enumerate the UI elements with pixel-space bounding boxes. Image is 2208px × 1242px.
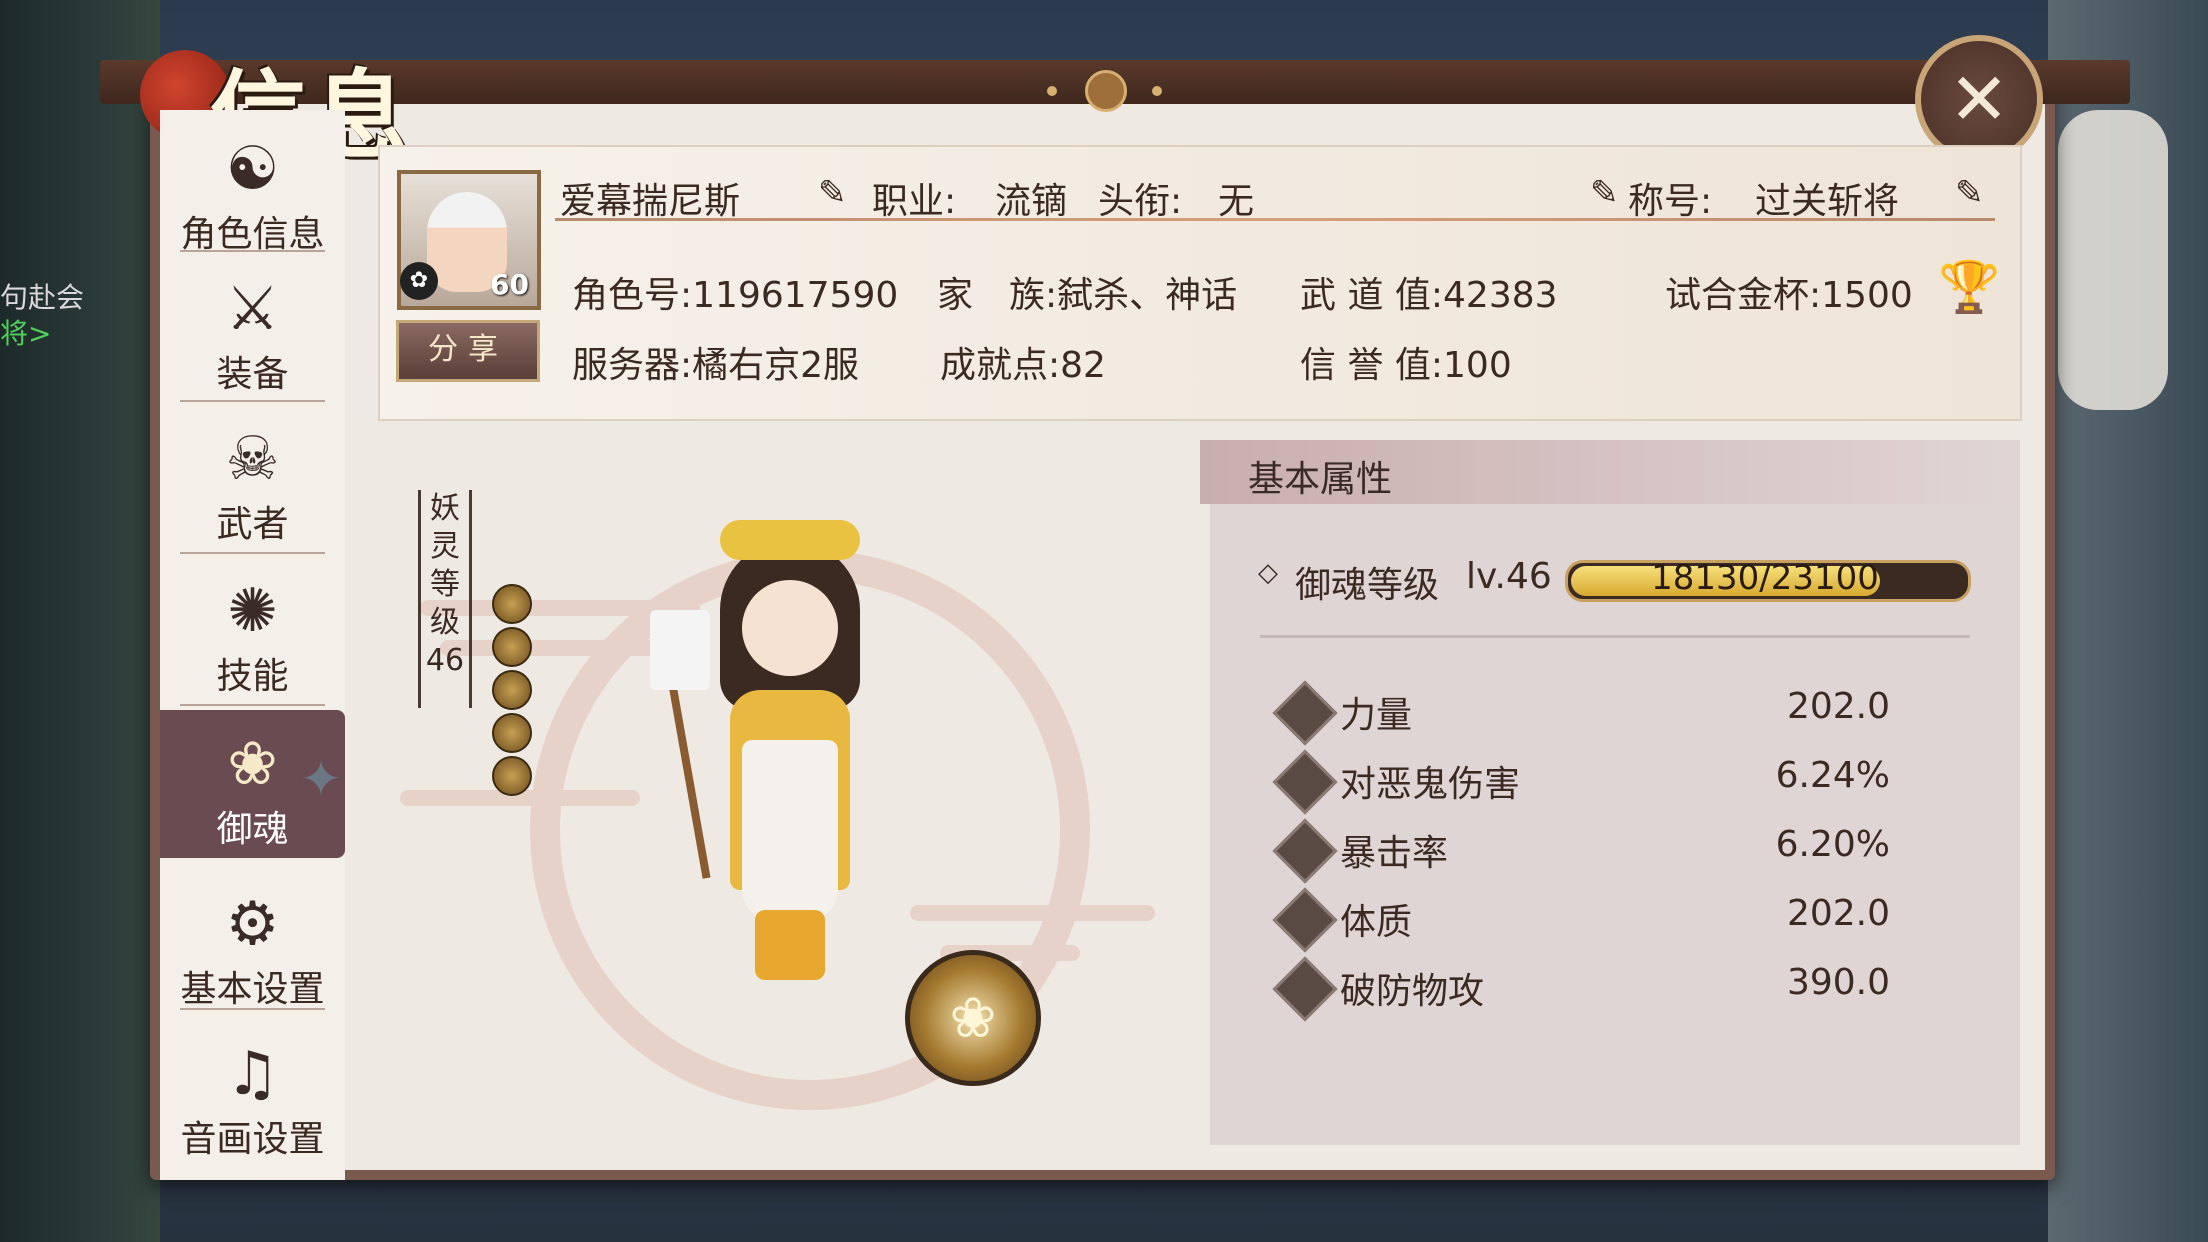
sidebar-item-warrior[interactable]: ☠ 武者 (160, 405, 345, 555)
mop-head (650, 610, 710, 690)
achievement-points: 成就点:82 (940, 345, 1106, 386)
sidebar-divider (180, 704, 325, 706)
character-info-icon: ☯ (225, 134, 280, 204)
spirit-star-icon (492, 713, 532, 753)
chat-line: 将> (0, 317, 52, 350)
sidebar-divider (180, 400, 325, 402)
exp-bar-text: 18130/23100 (1651, 558, 1879, 598)
server: 服务器:橘右京2服 (572, 345, 860, 386)
character-bow (720, 520, 860, 560)
sidebar-item-label: 武者 (216, 504, 289, 545)
title-dot-right (1152, 86, 1162, 96)
attributes-divider (1260, 635, 1970, 638)
character-apron (742, 740, 838, 920)
sidebar-item-label: 音画设置 (180, 1119, 325, 1160)
attribute-value: 202.0 (1786, 686, 1890, 727)
gear-icon: ⚙ (225, 889, 280, 959)
sidebar-item-label: 装备 (216, 354, 289, 395)
spirit-star-icon (492, 584, 532, 624)
title-value: 过关斩将 (1755, 181, 1900, 222)
share-button[interactable]: 分享 (396, 320, 540, 382)
edit-name-icon[interactable]: ✎ (818, 176, 852, 210)
spirit-star-icon (492, 756, 532, 796)
sidebar-item-skill[interactable]: ✺ 技能 (160, 557, 345, 707)
reputation: 信 誉 值:100 (1300, 345, 1512, 386)
rank-label: 头衔: (1098, 181, 1183, 222)
spirit-icon: ❀ (227, 729, 278, 799)
spirit-character-model (650, 520, 900, 990)
decorative-stripe (440, 640, 680, 656)
player-name: 爱幕揣尼斯 (560, 181, 741, 222)
background-chat: 句赴会 将> (0, 280, 84, 352)
attributes-title: 基本属性 (1248, 459, 1393, 500)
role-id: 角色号:119617590 (572, 275, 899, 316)
job-label: 职业: (872, 181, 957, 222)
warrior-icon: ☠ (225, 424, 280, 494)
equipment-icon: ⚔ (225, 274, 280, 344)
character-face (742, 580, 838, 676)
attribute-name: 体质 (1340, 902, 1413, 943)
attribute-value: 202.0 (1786, 893, 1890, 934)
rank-value: 无 (1218, 181, 1255, 222)
attribute-name: 力量 (1340, 695, 1413, 736)
sidebar-item-equipment[interactable]: ⚔ 装备 (160, 255, 345, 405)
sidebar-item-basic-settings[interactable]: ⚙ 基本设置 (160, 870, 345, 1020)
attribute-value: 390.0 (1786, 962, 1890, 1003)
shuriken-icon: ✦ (300, 750, 342, 808)
audio-video-icon: ♫ (225, 1039, 280, 1109)
job-value: 流镝 (995, 181, 1068, 222)
sidebar-item-character-info[interactable]: ☯ 角色信息 (160, 115, 345, 265)
attribute-value: 6.20% (1775, 824, 1890, 865)
spirit-type-label: 妖灵 (430, 491, 460, 564)
title-dot-left (1047, 86, 1057, 96)
character-legs (755, 910, 825, 980)
name-underline (555, 218, 1995, 221)
attribute-value: 6.24% (1775, 755, 1890, 796)
spirit-skill-button[interactable]: ❀ (905, 950, 1041, 1086)
background-left (0, 0, 160, 1242)
sidebar-item-label: 技能 (216, 656, 289, 697)
sidebar-divider (180, 552, 325, 554)
sidebar-item-audio-video[interactable]: ♫ 音画设置 (160, 1020, 345, 1170)
skill-icon: ✺ (227, 576, 278, 646)
spirit-star-icon (492, 627, 532, 667)
background-lantern (2058, 110, 2168, 410)
trophy-icon: 🏆 (1938, 258, 2001, 316)
sidebar-divider (180, 1008, 325, 1010)
spirit-star-icon (492, 670, 532, 710)
sidebar-divider (180, 250, 325, 252)
spirit-portrait-icon: ❀ (949, 985, 997, 1051)
family: 家 族:弑杀、神话 (937, 275, 1238, 316)
diamond-bullet-icon: ◇ (1258, 558, 1278, 588)
spirit-type-banner: 妖灵 等级 46 (418, 490, 472, 708)
title-label: 称号: (1628, 181, 1713, 222)
close-button[interactable]: ✕ (1915, 35, 2043, 163)
attributes-panel (1210, 445, 2020, 1145)
wudao-value: 武 道 值:42383 (1300, 275, 1558, 316)
qq-icon: ✿ (400, 262, 438, 300)
yuhun-level-value: lv.46 (1466, 556, 1552, 597)
title-ornament (1085, 70, 1127, 112)
yuhun-level-label: 御魂等级 (1295, 565, 1440, 606)
spirit-level-label: 等级 (430, 567, 460, 640)
chat-line: 句赴会 (0, 281, 85, 314)
close-icon: ✕ (1948, 57, 2010, 141)
attribute-name: 暴击率 (1340, 833, 1449, 874)
avatar-level: 60 (490, 268, 529, 301)
edit-title-icon[interactable]: ✎ (1590, 176, 1624, 210)
edit-icon[interactable]: ✎ (1955, 176, 1989, 210)
attribute-name: 破防物攻 (1340, 971, 1485, 1012)
spirit-level-value: 46 (425, 643, 465, 678)
attribute-name: 对恶鬼伤害 (1340, 764, 1521, 805)
trial-cup: 试合金杯:1500 (1665, 275, 1913, 316)
decorative-stripe (910, 905, 1155, 921)
sidebar-item-label: 基本设置 (180, 969, 325, 1010)
